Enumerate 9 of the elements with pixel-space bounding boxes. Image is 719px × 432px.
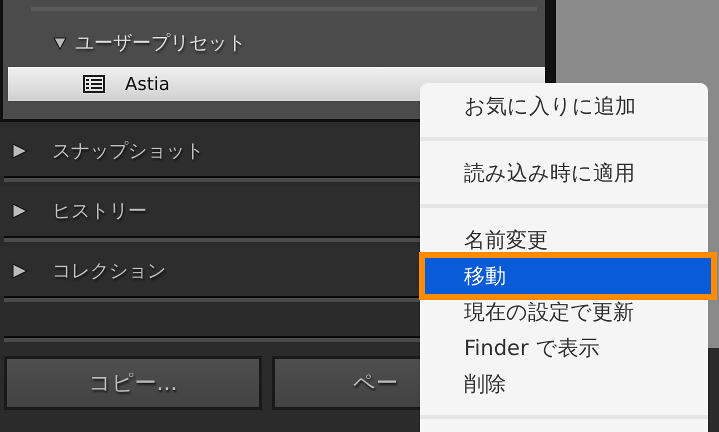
disclosure-triangle-icon[interactable] bbox=[53, 36, 67, 50]
panel-button[interactable]: コピー... bbox=[4, 356, 262, 410]
preset-group-label: ユーザープリセット bbox=[75, 31, 246, 56]
menu-item[interactable]: 現在の設定で更新 bbox=[420, 294, 708, 330]
menu-item[interactable]: 移動 bbox=[425, 258, 711, 294]
preset-list-icon bbox=[83, 75, 105, 93]
disclosure-triangle-icon[interactable] bbox=[12, 263, 28, 279]
disclosure-triangle-icon[interactable] bbox=[12, 143, 28, 159]
disclosure-triangle-icon[interactable] bbox=[12, 203, 28, 219]
